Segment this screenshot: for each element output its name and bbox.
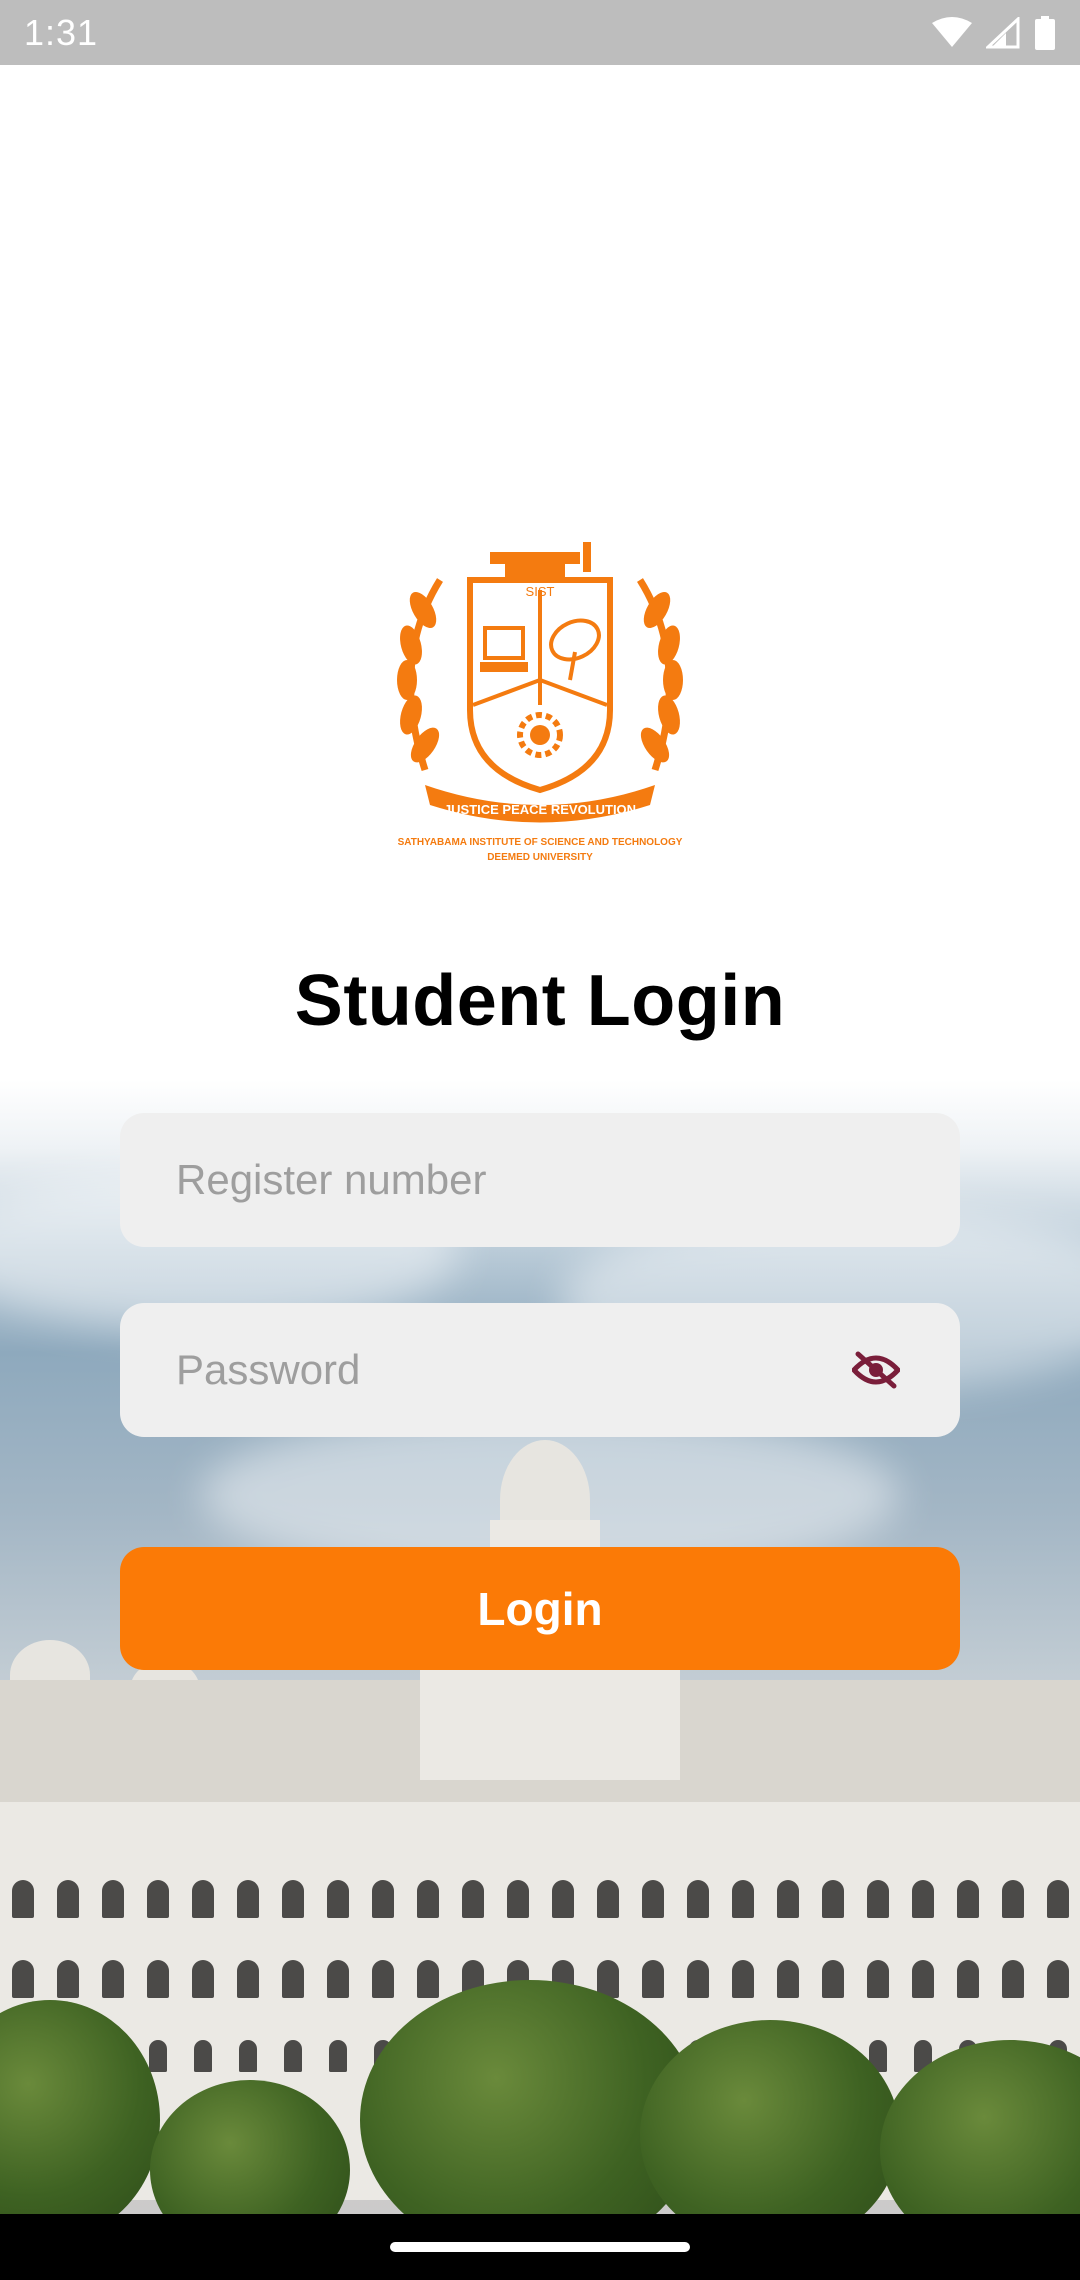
login-button[interactable]: Login <box>120 1547 960 1670</box>
logo-shield-text: SIST <box>526 584 555 599</box>
page-title: Student Login <box>294 961 786 1041</box>
signal-icon <box>986 16 1020 49</box>
battery-icon <box>1034 15 1056 50</box>
register-number-input[interactable] <box>176 1156 904 1204</box>
logo-subtitle: DEEMED UNIVERSITY <box>487 852 593 863</box>
university-crest-logo: SIST JUSTICE PEACE REVOLUTION SATHYABAMA… <box>385 540 695 870</box>
home-gesture-handle[interactable] <box>390 2242 690 2252</box>
password-field[interactable] <box>120 1303 960 1437</box>
status-icons <box>932 15 1056 50</box>
eye-off-icon[interactable] <box>848 1342 904 1398</box>
register-number-field[interactable] <box>120 1113 960 1247</box>
wifi-icon <box>932 16 972 49</box>
status-time: 1:31 <box>24 11 99 53</box>
password-input[interactable] <box>176 1346 848 1394</box>
logo-motto: JUSTICE PEACE REVOLUTION <box>444 802 636 817</box>
status-bar: 1:31 <box>0 0 1080 65</box>
logo-institution: SATHYABAMA INSTITUTE OF SCIENCE AND TECH… <box>398 837 683 848</box>
